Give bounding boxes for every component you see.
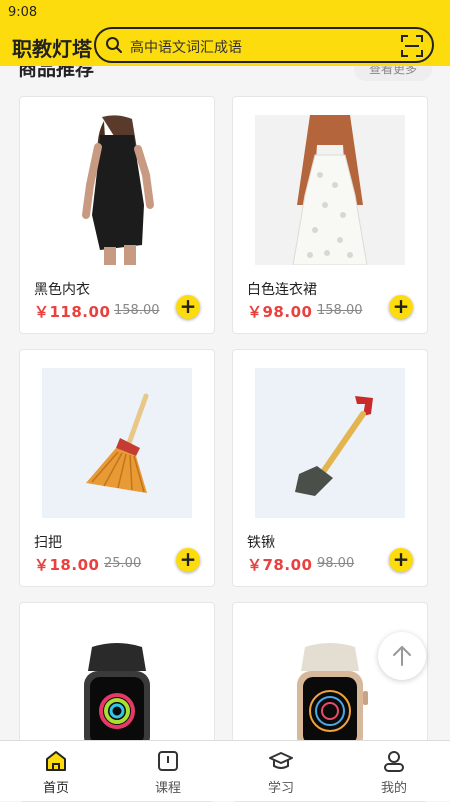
add-to-cart-button[interactable]: + [176, 295, 200, 319]
bottom-tab-bar: 首页 课程 学习 我的 [0, 740, 450, 801]
product-name: 黑色内衣 [34, 282, 90, 298]
product-image-white-dress [255, 115, 405, 265]
product-image-shovel [255, 368, 405, 518]
tab-study[interactable]: 学习 [225, 741, 337, 801]
back-to-top-button[interactable] [378, 632, 426, 680]
product-name: 白色连衣裙 [247, 282, 317, 298]
status-time: 9:08 [8, 5, 38, 20]
tab-home[interactable]: 首页 [0, 741, 112, 801]
tab-label: 首页 [42, 781, 69, 796]
tab-mine[interactable]: 我的 [338, 741, 450, 801]
add-to-cart-button[interactable]: + [176, 548, 200, 572]
product-price: ￥18.00 [34, 556, 100, 574]
graduation-cap-icon [269, 752, 293, 769]
product-original-price: 158.00 [317, 303, 363, 318]
user-icon [384, 751, 404, 772]
app-brand: 职教灯塔 [12, 37, 92, 61]
book-icon [158, 751, 178, 771]
product-original-price: 25.00 [104, 556, 142, 571]
search-bar[interactable]: 高中语文词汇成语 [94, 27, 434, 63]
product-image-black-dress [42, 115, 192, 265]
product-original-price: 158.00 [114, 303, 160, 318]
product-original-price: 98.00 [317, 556, 355, 571]
home-icon [46, 751, 66, 771]
arrow-up-icon [393, 646, 411, 666]
product-name: 铁锹 [247, 535, 275, 551]
product-price: ￥78.00 [247, 556, 313, 574]
tab-label: 课程 [154, 781, 181, 796]
scan-icon[interactable] [400, 34, 424, 58]
product-image-broom [42, 368, 192, 518]
product-name: 扫把 [34, 535, 62, 551]
product-card[interactable]: 黑色内衣 ￥118.00 158.00 + [19, 96, 215, 334]
product-price: ￥118.00 [34, 303, 111, 321]
product-card[interactable]: 扫把 ￥18.00 25.00 + [19, 349, 215, 587]
product-card[interactable]: 铁锹 ￥78.00 98.00 + [232, 349, 428, 587]
add-to-cart-button[interactable]: + [389, 548, 413, 572]
add-to-cart-button[interactable]: + [389, 295, 413, 319]
product-card[interactable]: 白色连衣裙 ￥98.00 158.00 + [232, 96, 428, 334]
product-price: ￥98.00 [247, 303, 313, 321]
tab-course[interactable]: 课程 [112, 741, 224, 801]
tab-label: 我的 [380, 781, 407, 796]
app-header: 9:08 职教灯塔 高中语文词汇成语 [0, 0, 450, 66]
tab-label: 学习 [267, 781, 294, 796]
search-icon [106, 37, 122, 53]
search-placeholder: 高中语文词汇成语 [130, 40, 242, 56]
